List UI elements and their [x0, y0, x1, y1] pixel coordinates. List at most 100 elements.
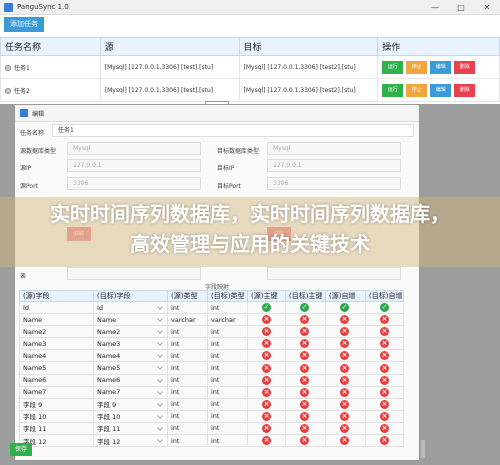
mapping-row[interactable]: Name5 Name5 int int × × × × [19, 361, 404, 375]
mapping-row[interactable]: 字段 9 字段 9 int int × × × × [19, 397, 404, 411]
radio-icon[interactable] [5, 65, 11, 71]
cross-icon: × [340, 436, 349, 446]
flag-cell: × [247, 349, 286, 363]
map-header: (源)字段 [19, 290, 94, 302]
table-label: 表 [20, 273, 27, 280]
flag-cell: × [325, 434, 366, 448]
dst-field-select[interactable]: 字段 12 [93, 434, 168, 448]
stop-button[interactable]: 停止 [406, 60, 428, 74]
flag-cell: × [325, 373, 366, 387]
dst-field-select[interactable]: 字段 9 [93, 397, 168, 411]
header-source: 源 [99, 37, 240, 56]
src-port-label: 源Port [20, 183, 38, 190]
dst-field-select[interactable]: Name4 [93, 349, 168, 363]
dst-field-select[interactable]: Name2 [93, 325, 168, 339]
cross-icon: × [380, 411, 389, 421]
src-type-select[interactable]: Mysql [67, 142, 201, 155]
add-task-button[interactable]: 添加任务 [4, 17, 44, 32]
mapping-row[interactable]: Name6 Name6 int int × × × × [19, 373, 404, 387]
mapping-row[interactable]: Name4 Name4 int int × × × × [19, 349, 404, 363]
dst-field-select[interactable]: Name6 [93, 373, 168, 387]
flag-cell: ✓ [285, 300, 326, 315]
src-port-input[interactable]: 3306 [67, 177, 201, 190]
src-type: varchar [167, 313, 208, 327]
dst-field-select[interactable]: Name5 [93, 361, 168, 375]
flag-cell: × [365, 325, 404, 339]
close-icon[interactable]: ✕ [474, 0, 500, 15]
edit-button[interactable]: 编辑 [430, 60, 452, 74]
flag-cell: × [285, 313, 326, 327]
src-field: Name [19, 313, 94, 327]
cross-icon: × [340, 315, 349, 325]
cross-icon: × [262, 387, 271, 397]
flag-cell: × [325, 421, 366, 436]
dst-type: int [207, 349, 248, 363]
mapping-row[interactable]: 字段 10 字段 10 int int × × × × [19, 409, 404, 423]
delete-button[interactable]: 删除 [454, 60, 476, 74]
dst-field-select[interactable]: Name [93, 313, 168, 327]
dst-field-select[interactable]: 字段 10 [93, 409, 168, 423]
radio-icon[interactable] [5, 88, 11, 94]
header-actions: 操作 [377, 37, 500, 56]
flag-cell: × [285, 325, 326, 339]
src-type: int [167, 337, 208, 351]
watermark-line-2: 高效管理与应用的关键技术 [130, 232, 370, 256]
stop-button[interactable]: 停止 [406, 83, 428, 97]
dst-field-select[interactable]: Name7 [93, 385, 168, 399]
mapping-row[interactable]: Name3 Name3 int int × × × × [19, 337, 404, 351]
flag-cell: × [285, 421, 326, 436]
src-type: int [167, 361, 208, 375]
edit-button[interactable]: 编辑 [430, 83, 452, 97]
scrollbar-thumb[interactable] [421, 440, 425, 458]
src-field: Name7 [19, 385, 94, 399]
flag-cell: × [285, 397, 326, 411]
dst-field-select[interactable]: 字段 11 [93, 421, 168, 436]
task-row[interactable]: 任务1 [Mysql] [127.0.0.1,3306] [test].[stu… [0, 55, 500, 79]
mapping-row[interactable]: 字段 12 字段 12 int int × × × × [19, 434, 404, 448]
map-header: (源)类型 [167, 290, 208, 302]
flag-cell: × [247, 385, 286, 399]
dst-table-select[interactable] [267, 267, 401, 280]
maximize-icon[interactable]: □ [448, 0, 474, 15]
mapping-row[interactable]: 字段 11 字段 11 int int × × × × [19, 421, 404, 436]
mapping-row[interactable]: Name7 Name7 int int × × × × [19, 385, 404, 399]
task-name-label: 任务名称 [20, 130, 45, 137]
task-row[interactable]: 任务2 [Mysql] [127.0.0.1,3306] [test].[stu… [0, 78, 500, 102]
save-button[interactable]: 保存 [10, 443, 32, 456]
cross-icon: × [380, 315, 389, 325]
dst-port-input[interactable]: 3306 [267, 177, 401, 190]
src-type: int [167, 385, 208, 399]
task-source: [Mysql] [127.0.0.1,3306] [test].[stu] [99, 78, 240, 102]
flag-cell: × [325, 325, 366, 339]
dst-field-select[interactable]: Id [93, 300, 168, 315]
cross-icon: × [340, 339, 349, 349]
dst-type: varchar [207, 313, 248, 327]
flag-cell: × [247, 373, 286, 387]
flag-cell: × [285, 385, 326, 399]
mapping-row[interactable]: Id Id int int ✓ ✓ ✓ ✓ [19, 300, 404, 315]
cross-icon: × [300, 375, 309, 385]
run-button[interactable]: 运行 [382, 60, 404, 74]
mapping-row[interactable]: Name Name varchar varchar × × × × [19, 313, 404, 327]
cross-icon: × [262, 327, 271, 337]
flag-cell: × [285, 434, 326, 448]
minimize-icon[interactable]: — [422, 0, 448, 15]
check-icon: ✓ [380, 303, 389, 313]
src-type: int [167, 300, 208, 315]
dst-field-select[interactable]: Name3 [93, 337, 168, 351]
dst-type: int [207, 434, 248, 448]
dst-type-select[interactable]: Mysql [267, 142, 401, 155]
flag-cell: × [365, 385, 404, 399]
dst-ip-input[interactable]: 127.0.0.1 [267, 159, 401, 172]
cross-icon: × [300, 327, 309, 337]
src-ip-input[interactable]: 127.0.0.1 [67, 159, 201, 172]
dst-type: int [207, 361, 248, 375]
flag-cell: × [325, 409, 366, 423]
flag-cell: × [365, 409, 404, 423]
delete-button[interactable]: 删除 [454, 83, 476, 97]
src-table-select[interactable] [67, 267, 201, 280]
run-button[interactable]: 运行 [382, 83, 404, 97]
mapping-row[interactable]: Name2 Name2 int int × × × × [19, 325, 404, 339]
flag-cell: × [325, 361, 366, 375]
task-name-input[interactable]: 任务1 [52, 124, 414, 137]
